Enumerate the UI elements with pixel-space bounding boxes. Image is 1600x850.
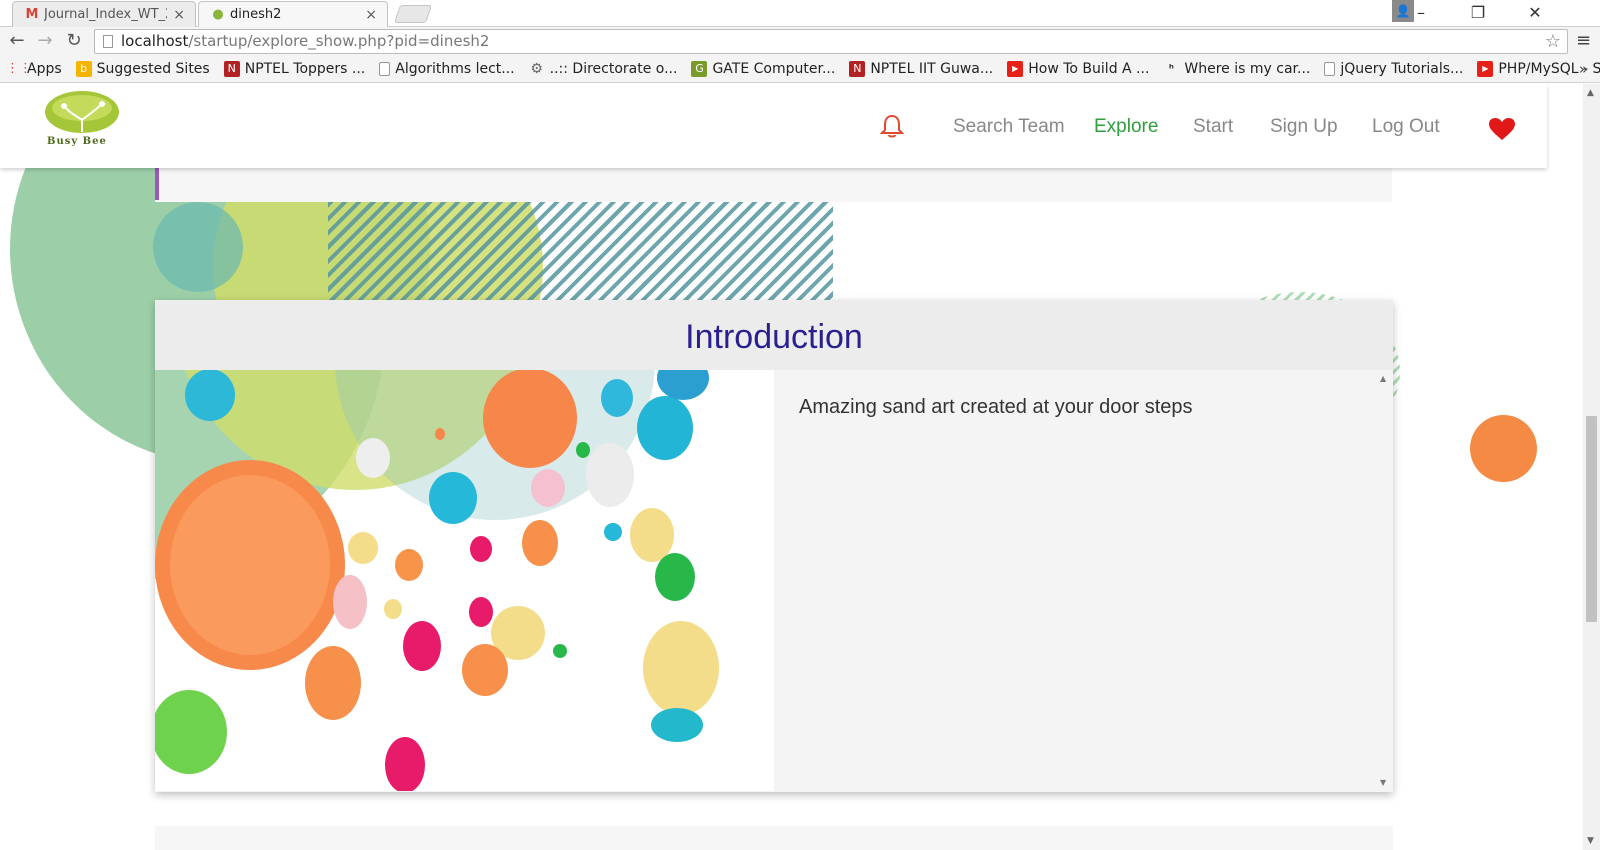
url-path: /startup/explore_show.php?pid=dinesh2 bbox=[188, 32, 490, 50]
bookmark-where-is-my-car[interactable]: ʰ Where is my car... bbox=[1163, 61, 1310, 77]
nptel-icon: N bbox=[223, 61, 240, 77]
scroll-up-arrow-icon[interactable]: ▲ bbox=[1587, 88, 1594, 98]
tab-dinesh2[interactable]: ● dinesh2 × bbox=[198, 1, 388, 27]
bookmark-label: GATE Computer... bbox=[712, 61, 836, 77]
bookmark-label: Apps bbox=[27, 61, 62, 77]
next-section-card bbox=[155, 826, 1393, 850]
bookmark-label: Suggested Sites bbox=[96, 61, 210, 77]
page-scrollbar[interactable]: ▲ ▼ bbox=[1583, 84, 1600, 850]
bookmark-algorithms[interactable]: Algorithms lect... bbox=[379, 61, 515, 77]
site-navbar: Busy Bee Search Team Explore Start Sign … bbox=[0, 84, 1547, 168]
page-icon bbox=[379, 62, 391, 76]
restore-icon[interactable]: ❐ bbox=[1455, 0, 1501, 26]
nav-start[interactable]: Start bbox=[1193, 116, 1233, 138]
close-window-icon[interactable]: ✕ bbox=[1512, 0, 1558, 26]
tab-journal-index[interactable]: M Journal_Index_WT_20 × bbox=[12, 1, 196, 27]
close-tab-icon[interactable]: × bbox=[173, 7, 185, 23]
nav-sign-up[interactable]: Sign Up bbox=[1270, 116, 1338, 138]
tab-strip: M Journal_Index_WT_20 × ● dinesh2 × 👤 – … bbox=[0, 0, 1600, 27]
gate-icon: G bbox=[691, 61, 708, 77]
url-host: localhost bbox=[121, 32, 189, 50]
scroll-down-arrow-icon[interactable]: ▼ bbox=[1587, 836, 1594, 846]
text-panel-scrollbar[interactable]: ▲ ▼ bbox=[1375, 370, 1393, 791]
reload-icon[interactable]: ↻ bbox=[62, 30, 86, 52]
bookmark-label: How To Build A ... bbox=[1028, 61, 1150, 77]
section-accent-bar bbox=[155, 168, 159, 200]
bookmark-label: jQuery Tutorials... bbox=[1340, 61, 1464, 77]
bookmark-label: NPTEL Toppers ... bbox=[244, 61, 366, 77]
bookmark-label: Where is my car... bbox=[1184, 61, 1311, 77]
site-favicon: ● bbox=[212, 7, 224, 22]
bookmark-nptel-iit[interactable]: N NPTEL IIT Guwa... bbox=[849, 61, 993, 77]
bookmark-how-to-build[interactable]: ▶ How To Build A ... bbox=[1007, 61, 1149, 77]
bookmark-label: ..:: Directorate o... bbox=[549, 61, 678, 77]
page-icon bbox=[1324, 62, 1336, 76]
codechef-icon: ʰ bbox=[1168, 62, 1174, 75]
browser-toolbar: ← → ↻ localhost/startup/explore_show.php… bbox=[0, 27, 1600, 56]
scrollbar-thumb[interactable] bbox=[1586, 416, 1597, 622]
page-viewport: Busy Bee Search Team Explore Start Sign … bbox=[0, 84, 1583, 850]
floating-orange-circle bbox=[1470, 415, 1537, 482]
nav-explore[interactable]: Explore bbox=[1094, 116, 1158, 138]
bell-icon[interactable] bbox=[878, 112, 906, 140]
menu-icon[interactable]: ≡ bbox=[1576, 30, 1591, 51]
bookmark-nptel-toppers[interactable]: N NPTEL Toppers ... bbox=[223, 61, 366, 77]
back-arrow-icon[interactable]: ← bbox=[5, 30, 29, 52]
bookmark-jquery[interactable]: jQuery Tutorials... bbox=[1324, 61, 1463, 77]
decorative-circle bbox=[153, 202, 243, 292]
bookmark-star-icon[interactable]: ☆ bbox=[1545, 30, 1561, 53]
page-icon bbox=[103, 35, 113, 48]
logo-text: Busy Bee bbox=[47, 136, 107, 147]
bing-icon: b bbox=[75, 61, 92, 77]
forward-arrow-icon[interactable]: → bbox=[33, 30, 57, 52]
bookmarks-bar: ⋮⋮ Apps b Suggested Sites N NPTEL Topper… bbox=[0, 56, 1600, 83]
bookmark-label: Algorithms lect... bbox=[395, 61, 515, 77]
bookmark-suggested-sites[interactable]: b Suggested Sites bbox=[75, 61, 210, 77]
scroll-down-arrow-icon[interactable]: ▼ bbox=[1380, 778, 1386, 787]
youtube-icon: ▶ bbox=[1477, 61, 1494, 77]
introduction-text-panel[interactable]: Amazing sand art created at your door st… bbox=[774, 370, 1393, 791]
apps-grid-icon: ⋮⋮ bbox=[6, 61, 32, 76]
bookmark-apps[interactable]: ⋮⋮ Apps bbox=[6, 61, 62, 77]
more-bookmarks-icon[interactable]: » bbox=[1579, 60, 1588, 78]
introduction-header: Introduction bbox=[155, 300, 1393, 370]
introduction-card: Introduction Amazing sand art created at… bbox=[155, 300, 1393, 792]
youtube-icon: ▶ bbox=[1007, 61, 1024, 77]
heart-icon[interactable] bbox=[1488, 117, 1516, 141]
tab-label: dinesh2 bbox=[230, 7, 282, 22]
bookmark-gate[interactable]: G GATE Computer... bbox=[691, 61, 835, 77]
nptel-icon: N bbox=[849, 61, 866, 77]
introduction-title: Introduction bbox=[685, 318, 863, 356]
balloons-image bbox=[155, 370, 774, 791]
minimize-icon[interactable]: – bbox=[1398, 0, 1444, 26]
bookmark-directorate[interactable]: ⚙ ..:: Directorate o... bbox=[529, 61, 678, 77]
new-tab-button[interactable] bbox=[394, 5, 432, 23]
close-tab-icon[interactable]: × bbox=[365, 7, 377, 23]
nav-log-out[interactable]: Log Out bbox=[1372, 116, 1440, 138]
scroll-up-arrow-icon[interactable]: ▲ bbox=[1380, 374, 1386, 383]
nav-search-team[interactable]: Search Team bbox=[953, 116, 1065, 138]
tab-label: Journal_Index_WT_20 bbox=[44, 7, 167, 22]
gear-icon: ⚙ bbox=[530, 61, 543, 77]
introduction-description: Amazing sand art created at your door st… bbox=[799, 396, 1193, 418]
gmail-icon: M bbox=[25, 7, 39, 22]
bookmark-label: NPTEL IIT Guwa... bbox=[870, 61, 994, 77]
address-bar[interactable]: localhost/startup/explore_show.php?pid=d… bbox=[94, 29, 1568, 54]
